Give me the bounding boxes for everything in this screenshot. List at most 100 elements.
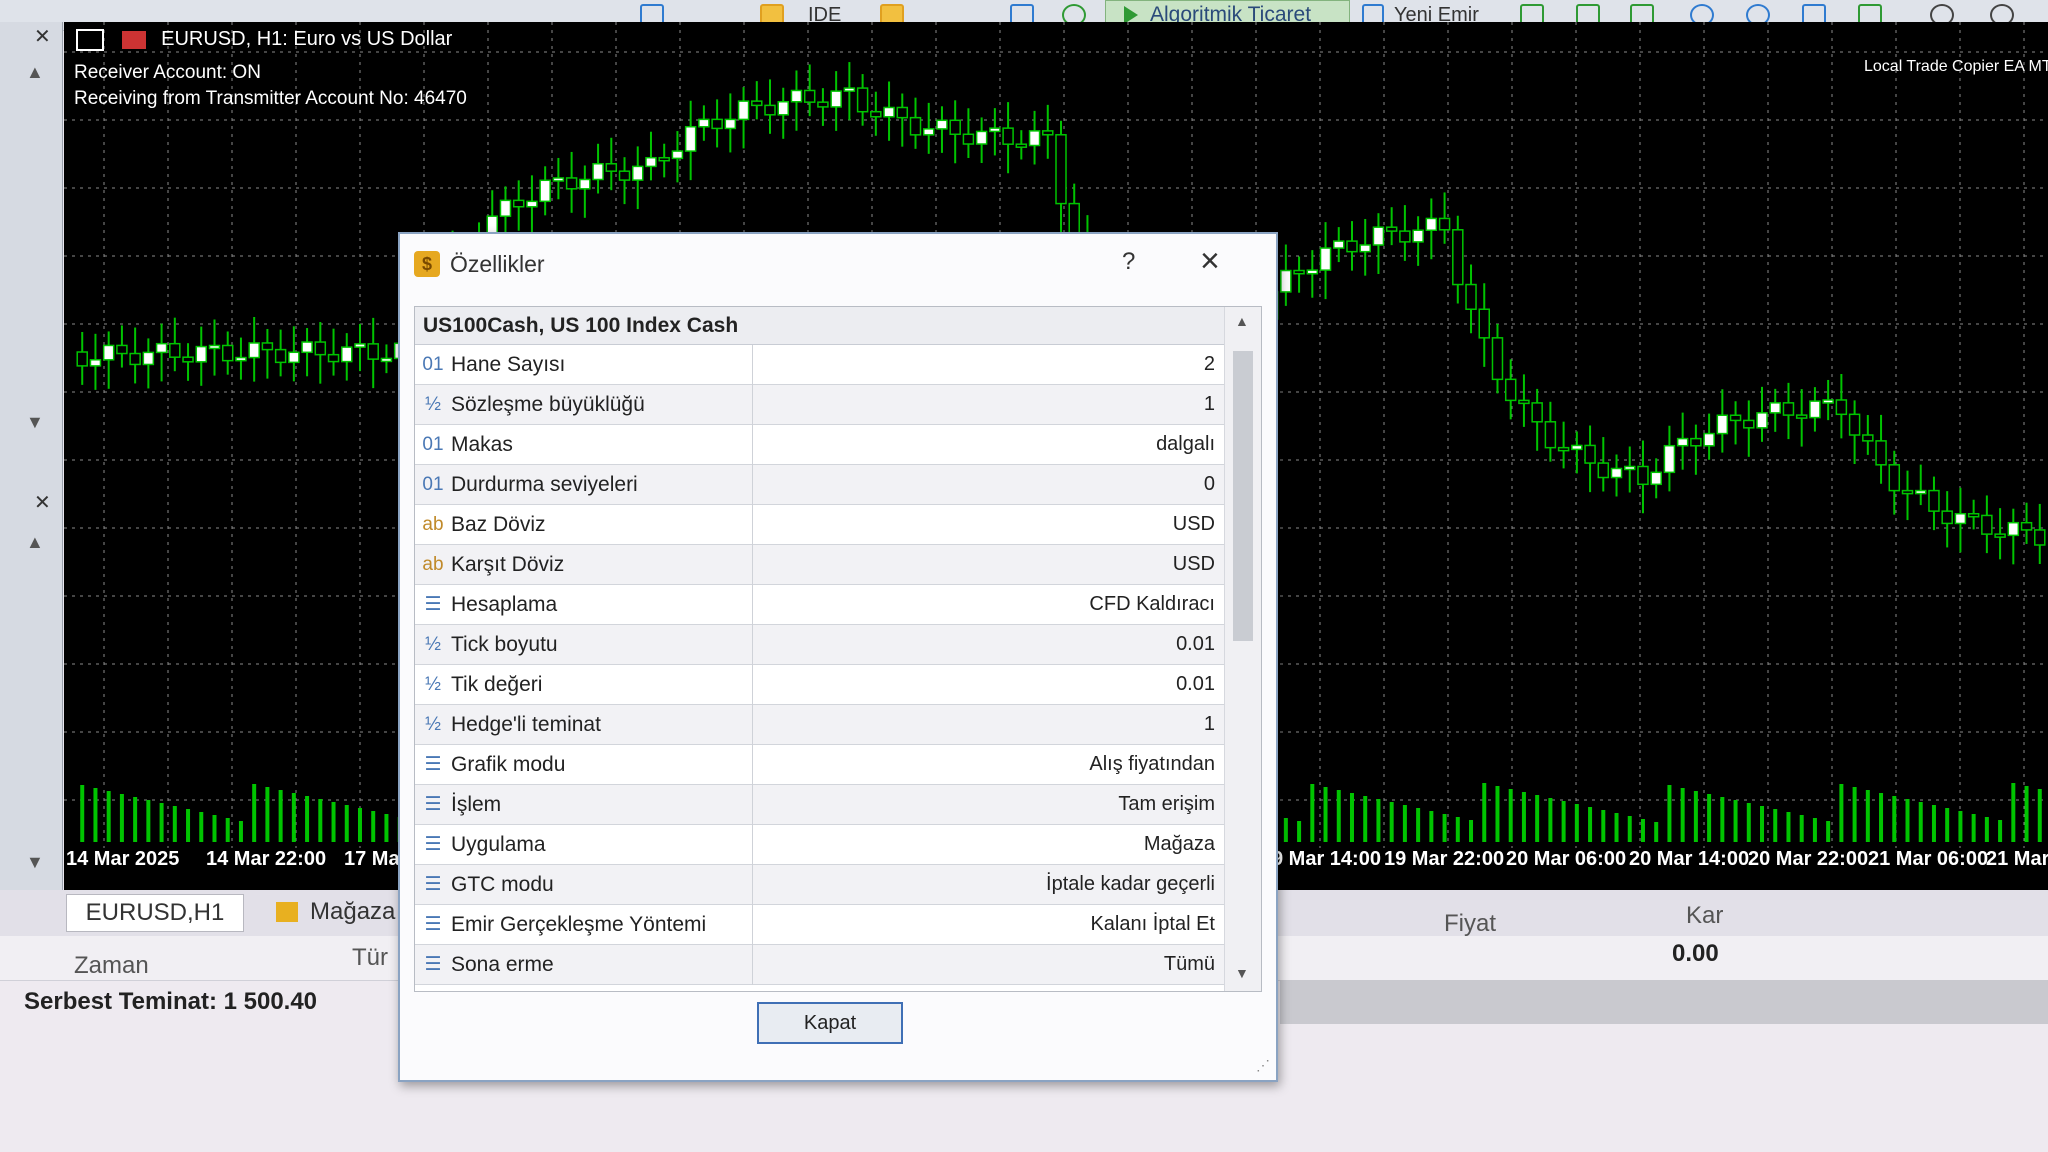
volume-bar <box>1389 802 1394 842</box>
scroll-up-icon[interactable]: ▲ <box>26 62 44 83</box>
candle-body <box>949 119 961 136</box>
candle-body <box>764 104 776 116</box>
scroll-down-icon-2[interactable]: ▼ <box>26 852 44 873</box>
tab-store[interactable]: Mağaza <box>276 894 395 930</box>
property-row[interactable]: ab Baz Döviz USD <box>415 504 1225 545</box>
candle-body <box>724 118 737 130</box>
candle-body <box>526 200 538 208</box>
volume-bar <box>172 806 177 842</box>
volume-bar <box>133 797 138 842</box>
candle-body <box>909 116 922 136</box>
property-row[interactable]: 01 Makas dalgalı <box>415 424 1225 465</box>
volume-bar <box>1336 790 1341 842</box>
candle-body <box>1385 226 1398 232</box>
volume-bar <box>1998 820 2003 842</box>
ea-label: Local Trade Copier EA MT <box>1864 58 2048 75</box>
candle-body <box>539 179 551 203</box>
volume-bar <box>1879 793 1884 842</box>
resize-grip-icon[interactable]: ⋰ <box>1256 1057 1270 1074</box>
dialog-title-bar[interactable]: $ Özellikler ? × <box>400 234 1276 294</box>
property-name: Hesaplama <box>451 584 753 625</box>
volume-bar <box>1892 796 1897 842</box>
tab-eurusd-h1[interactable]: EURUSD,H1 <box>66 894 244 932</box>
close-icon[interactable]: × <box>1200 242 1220 281</box>
property-row[interactable]: ½ Tick boyutu 0.01 <box>415 624 1225 665</box>
candle-body <box>1756 412 1768 429</box>
col-price[interactable]: Fiyat <box>1444 910 1496 938</box>
scroll-thumb[interactable] <box>1233 351 1253 641</box>
candle-body <box>1703 432 1715 447</box>
candle-body <box>711 118 723 130</box>
property-row[interactable]: ☰ Grafik modu Alış fiyatından <box>415 744 1225 785</box>
help-button[interactable]: ? <box>1122 248 1135 276</box>
property-row[interactable]: ½ Sözleşme büyüklüğü 1 <box>415 384 1225 425</box>
candle-body <box>1769 402 1781 414</box>
scroll-up-icon-3[interactable]: ▲ <box>1235 313 1249 329</box>
scroll-down-icon[interactable]: ▼ <box>26 412 44 433</box>
property-type-icon: ½ <box>425 633 441 655</box>
scroll-up-icon-2[interactable]: ▲ <box>26 532 44 553</box>
time-label: 17 Ma <box>344 848 400 870</box>
property-row[interactable]: ½ Tik değeri 0.01 <box>415 664 1225 705</box>
property-row[interactable]: ☰ Emir Gerçekleşme Yöntemi Kalanı İptal Et <box>415 904 1225 945</box>
property-row[interactable]: ☰ İşlem Tam erişim <box>415 784 1225 825</box>
property-row[interactable]: ab Karşıt Döviz USD <box>415 544 1225 585</box>
volume-bar <box>186 809 191 842</box>
col-profit[interactable]: Kar <box>1686 902 1723 930</box>
candle-body <box>1359 244 1371 253</box>
property-row[interactable]: ☰ Sona erme Tümü <box>415 944 1225 985</box>
candle-body <box>89 359 102 367</box>
candle-body <box>1399 230 1411 243</box>
scroll-down-icon-3[interactable]: ▼ <box>1235 965 1249 981</box>
candle-body <box>1994 533 2006 538</box>
candle-body <box>169 342 181 358</box>
col-type[interactable]: Tür <box>352 944 388 972</box>
tab-store-label: Mağaza <box>310 898 396 925</box>
property-row[interactable]: ☰ GTC modu İptale kadar geçerli <box>415 864 1225 905</box>
candle-body <box>155 342 168 354</box>
candle-body <box>1306 269 1319 275</box>
candle-body <box>1901 489 1914 495</box>
property-row[interactable]: ½ Hedge'li teminat 1 <box>415 704 1225 745</box>
volume-bar <box>238 821 243 842</box>
candle-body <box>922 128 935 136</box>
volume-bar <box>1535 795 1540 842</box>
properties-scrollbar[interactable]: ▲ ▼ <box>1224 307 1261 991</box>
property-name: Hedge'li teminat <box>451 704 753 745</box>
time-label: 20 Mar 06:00 <box>1506 848 1627 870</box>
symbol-header[interactable]: US100Cash, US 100 Index Cash <box>415 307 1225 345</box>
time-label: 21 Mar <box>1986 848 2048 870</box>
candle-body <box>2007 521 2020 537</box>
property-row[interactable]: ☰ Hesaplama CFD Kaldıracı <box>415 584 1225 625</box>
col-time[interactable]: Zaman <box>74 952 149 980</box>
property-value: İptale kadar geçerli <box>1046 873 1215 895</box>
candle-body <box>1491 337 1504 381</box>
property-value: 0.01 <box>1176 673 1215 695</box>
panel-close-icon-2[interactable]: ✕ <box>34 490 51 515</box>
volume-bar <box>1548 798 1553 842</box>
volume-bar <box>1495 786 1500 842</box>
candle-body <box>327 353 340 363</box>
volume-bar <box>1733 800 1738 842</box>
volume-bar <box>252 784 257 842</box>
volume-bar <box>106 791 111 842</box>
candle-body <box>1333 240 1345 249</box>
volume-bar <box>159 803 164 842</box>
property-row[interactable]: 01 Durdurma seviyeleri 0 <box>415 464 1225 505</box>
time-label: 14 Mar 2025 <box>66 848 180 870</box>
volume-bar <box>1323 787 1328 842</box>
volume-bar <box>1865 790 1870 842</box>
property-value: 0.01 <box>1176 633 1215 655</box>
property-type-icon: ☰ <box>424 914 442 935</box>
candle-body <box>883 106 895 118</box>
chart-title-row: EURUSD, H1: Euro vs US Dollar <box>76 28 452 51</box>
candle-body <box>341 346 353 363</box>
close-button[interactable]: Kapat <box>757 1002 903 1044</box>
profit-value: 0.00 <box>1672 940 1719 967</box>
property-row[interactable]: ☰ Uygulama Mağaza <box>415 824 1225 865</box>
candle-body <box>1835 399 1848 416</box>
property-row[interactable]: 01 Hane Sayısı 2 <box>415 344 1225 385</box>
panel-close-icon[interactable]: ✕ <box>34 24 51 49</box>
candle-body <box>1597 462 1610 479</box>
volume-bar <box>1799 815 1804 842</box>
